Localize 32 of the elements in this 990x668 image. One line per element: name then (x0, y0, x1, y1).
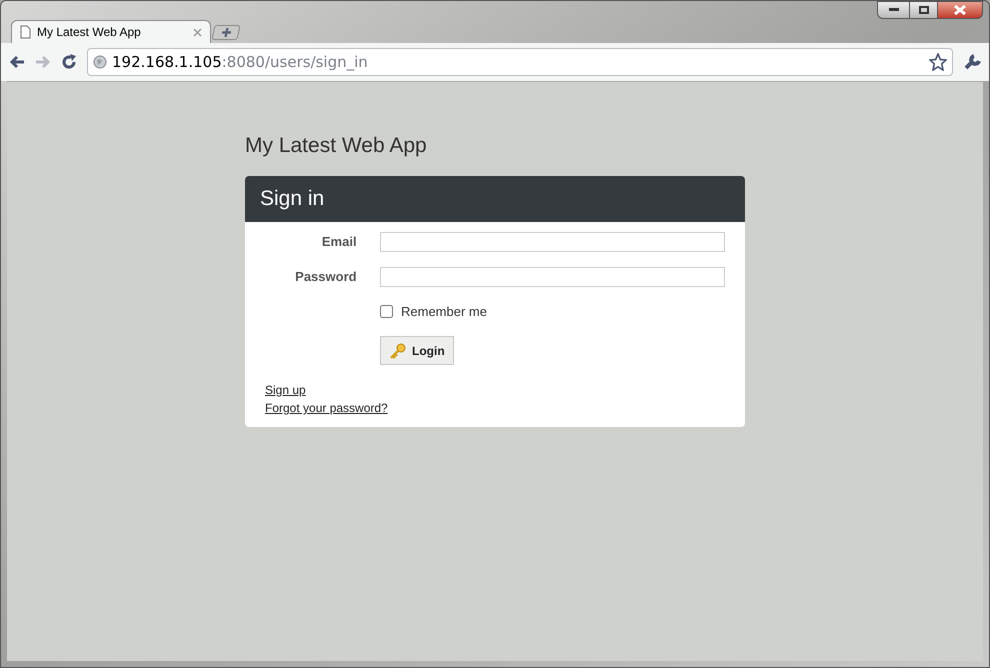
minimize-icon (888, 8, 898, 12)
link[interactable]: Sign up (265, 381, 306, 399)
wrench-icon[interactable] (963, 53, 981, 71)
link[interactable]: Forgot your password? (265, 399, 388, 417)
close-button[interactable] (937, 1, 983, 19)
input-field[interactable] (380, 266, 725, 286)
star-icon[interactable] (929, 53, 947, 71)
app-title: My Latest Web App (245, 133, 428, 159)
browser-tab[interactable]: My Latest Web App (11, 20, 211, 43)
plus-icon (220, 28, 232, 37)
panel-title: Sign in (260, 186, 324, 212)
checkbox-label: Remember me (401, 302, 487, 320)
login-button[interactable]: Login (380, 336, 454, 365)
input-field[interactable] (380, 232, 725, 252)
field-label: Email (320, 232, 357, 251)
url-path: :8080/users/sign_in (222, 52, 368, 71)
maximize-icon (918, 6, 928, 14)
key-icon (389, 342, 406, 358)
close-icon (954, 5, 966, 15)
close-icon[interactable] (193, 28, 202, 36)
maximize-button[interactable] (910, 1, 937, 19)
back-icon[interactable] (9, 55, 25, 69)
reload-icon[interactable] (61, 54, 77, 70)
url-host: 192.168.1.105 (112, 52, 222, 71)
remember-checkbox[interactable] (380, 304, 393, 318)
minimize-button[interactable] (877, 1, 910, 19)
globe-icon (93, 55, 107, 69)
tab-title: My Latest Web App (37, 24, 142, 41)
new-tab-button[interactable] (211, 25, 241, 40)
page-icon (20, 25, 31, 39)
address-bar[interactable]: 192.168.1.105:8080/users/sign_in (87, 48, 953, 76)
field-label: Password (294, 268, 357, 286)
